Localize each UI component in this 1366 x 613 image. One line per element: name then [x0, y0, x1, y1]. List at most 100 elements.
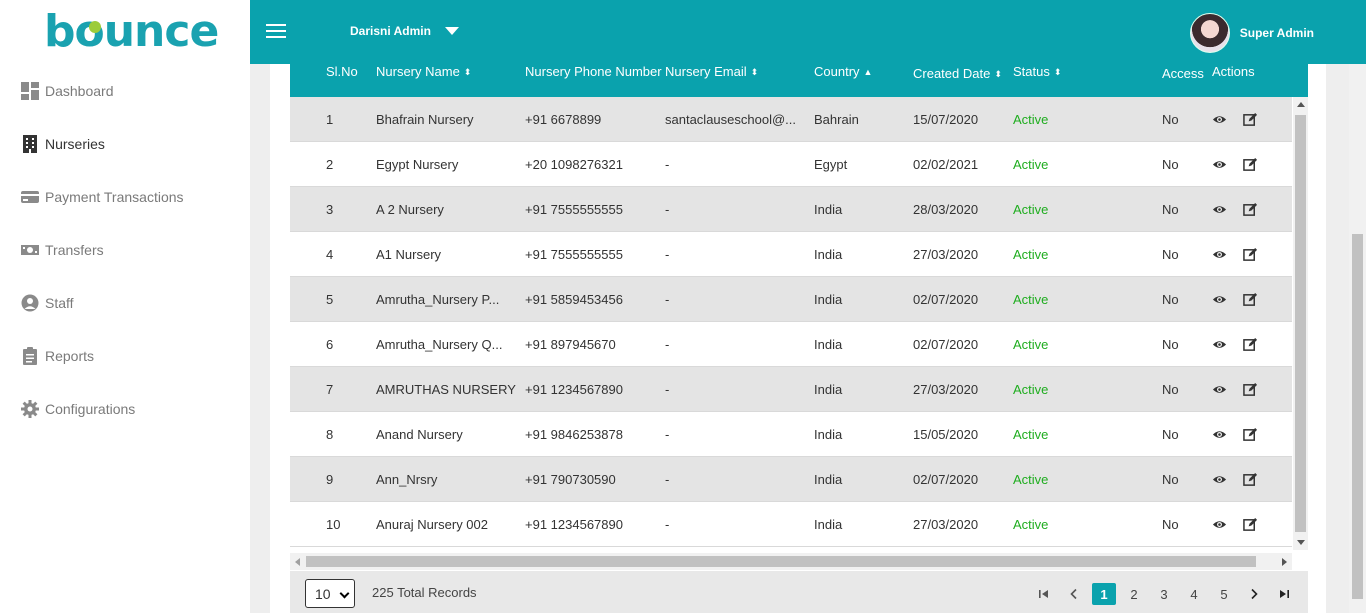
view-eye-icon[interactable]: [1212, 112, 1227, 127]
sidebar-item-nurseries[interactable]: Nurseries: [0, 117, 250, 170]
user-circle-icon: [20, 293, 39, 312]
view-eye-icon[interactable]: [1212, 517, 1227, 532]
sidebar-item-label: Transfers: [45, 241, 104, 258]
edit-icon[interactable]: [1243, 427, 1258, 442]
sidebar-item-staff[interactable]: Staff: [0, 276, 250, 329]
scrollbar-thumb[interactable]: [306, 556, 1256, 567]
sidebar-item-transfers[interactable]: Transfers: [0, 223, 250, 276]
cell-phone: +91 7555555555: [525, 247, 623, 262]
sidebar-nav: Dashboard Nurseries Payment Transactions…: [0, 64, 250, 435]
view-eye-icon[interactable]: [1212, 202, 1227, 217]
nursery-selector[interactable]: Darisni Admin: [350, 24, 459, 38]
cell-email: -: [665, 472, 670, 487]
table-vertical-scrollbar[interactable]: [1293, 97, 1308, 550]
page-button-2[interactable]: 2: [1122, 583, 1146, 605]
sidebar-item-label: Payment Transactions: [45, 188, 184, 205]
last-page-button[interactable]: [1272, 583, 1296, 605]
scroll-right-arrow-icon[interactable]: [1282, 558, 1287, 566]
scrollbar-thumb[interactable]: [1352, 234, 1363, 599]
cell-email: -: [665, 292, 670, 307]
first-page-button[interactable]: [1032, 583, 1056, 605]
cell-sl: 9: [326, 472, 334, 487]
column-header-email[interactable]: Nursery Email ⬍: [665, 64, 758, 97]
view-eye-icon[interactable]: [1212, 382, 1227, 397]
page-button-5[interactable]: 5: [1212, 583, 1236, 605]
cell-date: 02/02/2021: [913, 157, 979, 172]
cell-name: AMRUTHAS NURSERY: [376, 382, 516, 397]
scroll-down-arrow-icon[interactable]: [1297, 540, 1305, 545]
table-row[interactable]: 7 AMRUTHAS NURSERY +91 1234567890 - India 27/…: [290, 367, 1292, 412]
next-page-button[interactable]: [1242, 583, 1266, 605]
view-eye-icon[interactable]: [1212, 292, 1227, 307]
building-icon: [20, 134, 39, 153]
scrollbar-thumb[interactable]: [1295, 115, 1306, 532]
view-eye-icon[interactable]: [1212, 427, 1227, 442]
credit-card-icon: [20, 187, 39, 206]
page-size-select[interactable]: 10: [305, 579, 355, 608]
edit-icon[interactable]: [1243, 337, 1258, 352]
cell-phone: +91 5859453456: [525, 292, 623, 307]
cell-country: India: [814, 337, 843, 352]
cell-name: Ann_Nrsry: [376, 472, 438, 487]
sort-icon: ⬍: [750, 67, 759, 77]
table-footer: 10 225 Total Records 1 2 3 4 5: [290, 571, 1308, 613]
edit-icon[interactable]: [1243, 112, 1258, 127]
hamburger-menu-icon[interactable]: [266, 24, 286, 40]
sidebar-item-configurations[interactable]: Configurations: [0, 382, 250, 435]
cell-email: santaclauseschool@...: [665, 112, 796, 127]
table-row[interactable]: 2 Egypt Nursery +20 1098276321 - Egypt 02/02/…: [290, 142, 1292, 187]
cell-access: No: [1162, 382, 1179, 397]
sidebar-item-payment-transactions[interactable]: Payment Transactions: [0, 170, 250, 223]
edit-icon[interactable]: [1243, 292, 1258, 307]
view-eye-icon[interactable]: [1212, 337, 1227, 352]
sidebar-item-reports[interactable]: Reports: [0, 329, 250, 382]
scroll-left-arrow-icon[interactable]: [295, 558, 300, 566]
table-row[interactable]: 9 Ann_Nrsry +91 790730590 - India 02/07/2020 A…: [290, 457, 1292, 502]
scroll-up-arrow-icon[interactable]: [1297, 102, 1305, 107]
logo[interactable]: bounce: [0, 0, 250, 64]
user-menu[interactable]: Super Admin: [1189, 13, 1314, 53]
column-header-slno: Sl.No: [326, 64, 358, 79]
cell-status: Active: [1013, 382, 1049, 397]
sidebar-item-dashboard[interactable]: Dashboard: [0, 64, 250, 117]
table-horizontal-scrollbar[interactable]: [290, 553, 1292, 570]
view-eye-icon[interactable]: [1212, 157, 1227, 172]
nurseries-card: Sl.No Nursery Name ⬍ Nursery Phone Number…: [270, 64, 1326, 613]
column-header-country[interactable]: Country ▲: [814, 64, 872, 97]
page-button-1[interactable]: 1: [1092, 583, 1116, 605]
prev-page-button[interactable]: [1062, 583, 1086, 605]
edit-icon[interactable]: [1243, 247, 1258, 262]
table-body: 1 Bhafrain Nursery +91 6678899 santaclauses…: [290, 97, 1292, 547]
cell-name: A1 Nursery: [376, 247, 442, 262]
cell-name: A 2 Nursery: [376, 202, 444, 217]
view-eye-icon[interactable]: [1212, 472, 1227, 487]
table-row[interactable]: 5 Amrutha_Nursery P... +91 5859453456 - Indi…: [290, 277, 1292, 322]
table-row[interactable]: 4 A1 Nursery +91 7555555555 - India 27/03/202…: [290, 232, 1292, 277]
column-header-nursery-name[interactable]: Nursery Name ⬍: [376, 64, 471, 97]
cell-access: No: [1162, 112, 1179, 127]
edit-icon[interactable]: [1243, 157, 1258, 172]
cell-phone: +91 6678899: [525, 112, 602, 127]
edit-icon[interactable]: [1243, 517, 1258, 532]
view-eye-icon[interactable]: [1212, 247, 1227, 262]
edit-icon[interactable]: [1243, 382, 1258, 397]
page-button-3[interactable]: 3: [1152, 583, 1176, 605]
cell-email: -: [665, 202, 670, 217]
sidebar: bounce Dashboard Nurseries Payment Trans…: [0, 0, 250, 613]
cell-status: Active: [1013, 247, 1049, 262]
table-row[interactable]: 6 Amrutha_Nursery Q... +91 897945670 - India…: [290, 322, 1292, 367]
page-button-4[interactable]: 4: [1182, 583, 1206, 605]
edit-icon[interactable]: [1243, 202, 1258, 217]
column-header-created-date[interactable]: Created Date ⬍: [913, 64, 1002, 97]
clipboard-icon: [20, 346, 39, 365]
column-header-status[interactable]: Status ⬍: [1013, 64, 1061, 97]
page-vertical-scrollbar[interactable]: [1349, 64, 1366, 613]
cell-status: Active: [1013, 427, 1049, 442]
cell-email: -: [665, 382, 670, 397]
table-row[interactable]: 8 Anand Nursery +91 9846253878 - India 15/05/…: [290, 412, 1292, 457]
table-row[interactable]: 3 A 2 Nursery +91 7555555555 - India 28/03/20…: [290, 187, 1292, 232]
table-row[interactable]: 1 Bhafrain Nursery +91 6678899 santaclauses…: [290, 97, 1292, 142]
edit-icon[interactable]: [1243, 472, 1258, 487]
table-row[interactable]: 10 Anuraj Nursery 002 +91 1234567890 - India…: [290, 502, 1292, 547]
cell-country: India: [814, 382, 843, 397]
